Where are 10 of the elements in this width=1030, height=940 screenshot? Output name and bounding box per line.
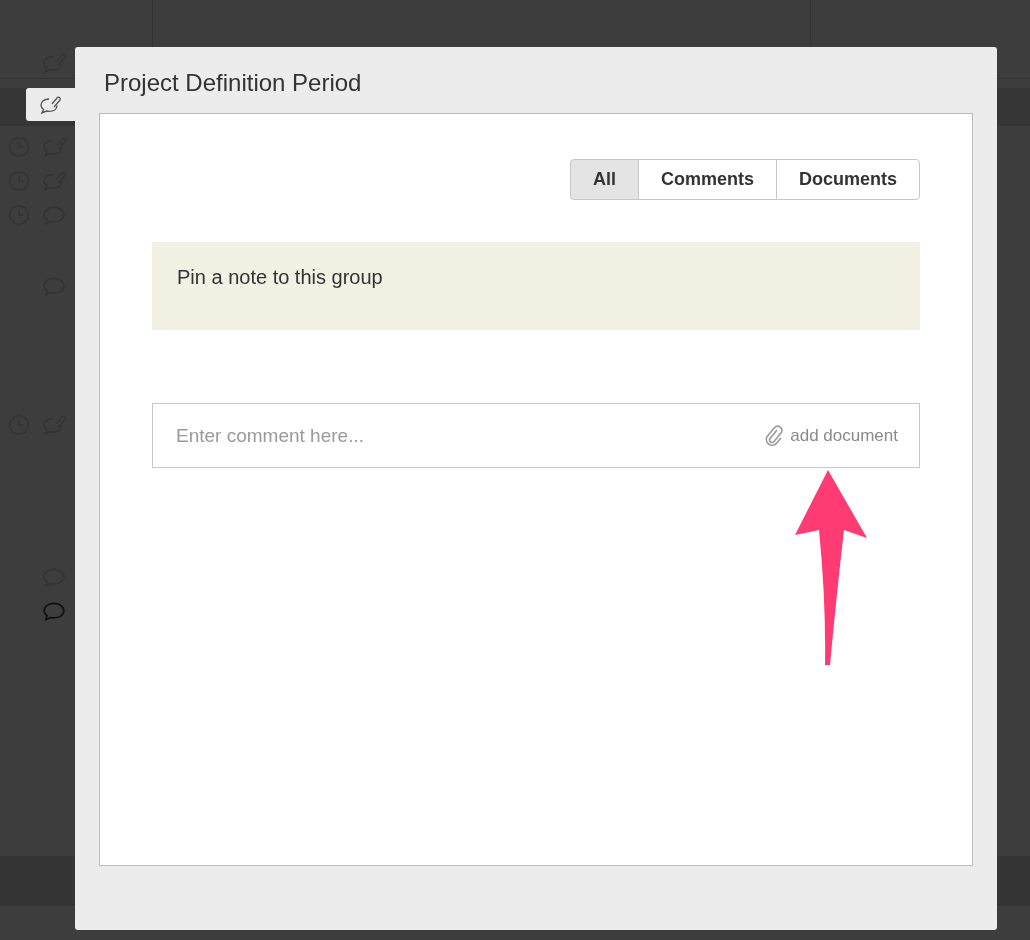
comment-field[interactable]: Enter comment here... add document xyxy=(152,403,920,468)
comment-clip-icon xyxy=(38,94,62,115)
filter-tab[interactable]: Documents xyxy=(776,159,920,200)
add-document-link[interactable]: add document xyxy=(764,423,898,448)
pin-note[interactable]: Pin a note to this group xyxy=(152,242,920,330)
filter-tab[interactable]: Comments xyxy=(637,159,777,200)
dialog-title: Project Definition Period xyxy=(104,69,363,98)
filter-tab[interactable]: All xyxy=(569,159,639,200)
paperclip-icon xyxy=(764,423,785,448)
comment-icon xyxy=(42,600,66,622)
